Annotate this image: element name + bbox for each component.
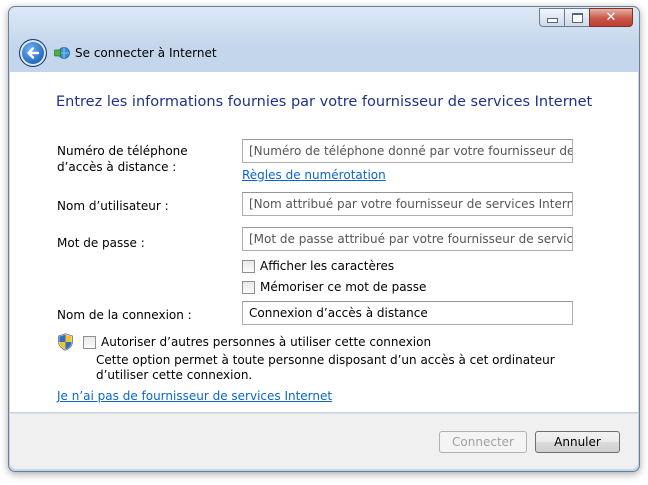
show-characters-option[interactable]: Afficher les caractères — [242, 259, 394, 273]
allow-others-description: Cette option permet à toute personne dis… — [96, 353, 555, 382]
uac-shield-icon — [58, 333, 73, 351]
phone-label: Numéro de téléphone d’accès à distance : — [57, 144, 188, 174]
connection-name-input[interactable]: Connexion d’accès à distance — [242, 301, 573, 325]
phone-input[interactable]: [Numéro de téléphone donné par votre fou… — [242, 139, 573, 163]
username-input[interactable]: [Nom attribué par votre fournisseur de s… — [242, 192, 573, 216]
allow-others-label: Autoriser d’autres personnes à utiliser … — [101, 335, 432, 349]
allow-others-checkbox[interactable] — [83, 335, 96, 349]
minimize-icon — [546, 18, 558, 23]
no-isp-link[interactable]: Je n’ai pas de fournisseur de services I… — [57, 389, 332, 403]
caption-buttons: ✕ — [539, 8, 633, 27]
cancel-button[interactable]: Annuler — [535, 431, 620, 453]
allow-others-option[interactable]: Autoriser d’autres personnes à utiliser … — [83, 335, 431, 349]
content-area: Entrez les informations fournies par vot… — [10, 72, 638, 412]
back-arrow-icon — [27, 47, 40, 59]
remember-password-option[interactable]: Mémoriser ce mot de passe — [242, 280, 426, 294]
dialing-rules-link[interactable]: Règles de numérotation — [242, 168, 386, 182]
network-connection-icon — [54, 47, 70, 59]
connect-button[interactable]: Connecter — [439, 431, 527, 453]
remember-password-label: Mémoriser ce mot de passe — [260, 280, 427, 294]
minimize-button[interactable] — [539, 8, 564, 27]
close-icon: ✕ — [605, 10, 617, 25]
close-button[interactable]: ✕ — [589, 8, 633, 27]
dialog-footer: Connecter Annuler — [10, 413, 638, 469]
remember-password-checkbox[interactable] — [242, 280, 255, 294]
username-label: Nom d’utilisateur : — [57, 199, 169, 213]
password-label: Mot de passe : — [57, 236, 145, 250]
password-input[interactable]: [Mot de passe attribué par votre fournis… — [242, 227, 573, 251]
show-characters-label: Afficher les caractères — [260, 259, 395, 273]
dialog-window: ✕ Se connecter à Internet Entrez les inf… — [8, 6, 640, 472]
maximize-icon — [571, 12, 583, 23]
maximize-button[interactable] — [564, 8, 589, 27]
window-title: Se connecter à Internet — [75, 46, 217, 60]
show-characters-checkbox[interactable] — [242, 259, 255, 273]
connection-name-label: Nom de la connexion : — [57, 308, 192, 322]
page-heading: Entrez les informations fournies par vot… — [56, 94, 593, 110]
back-button[interactable] — [19, 39, 47, 67]
